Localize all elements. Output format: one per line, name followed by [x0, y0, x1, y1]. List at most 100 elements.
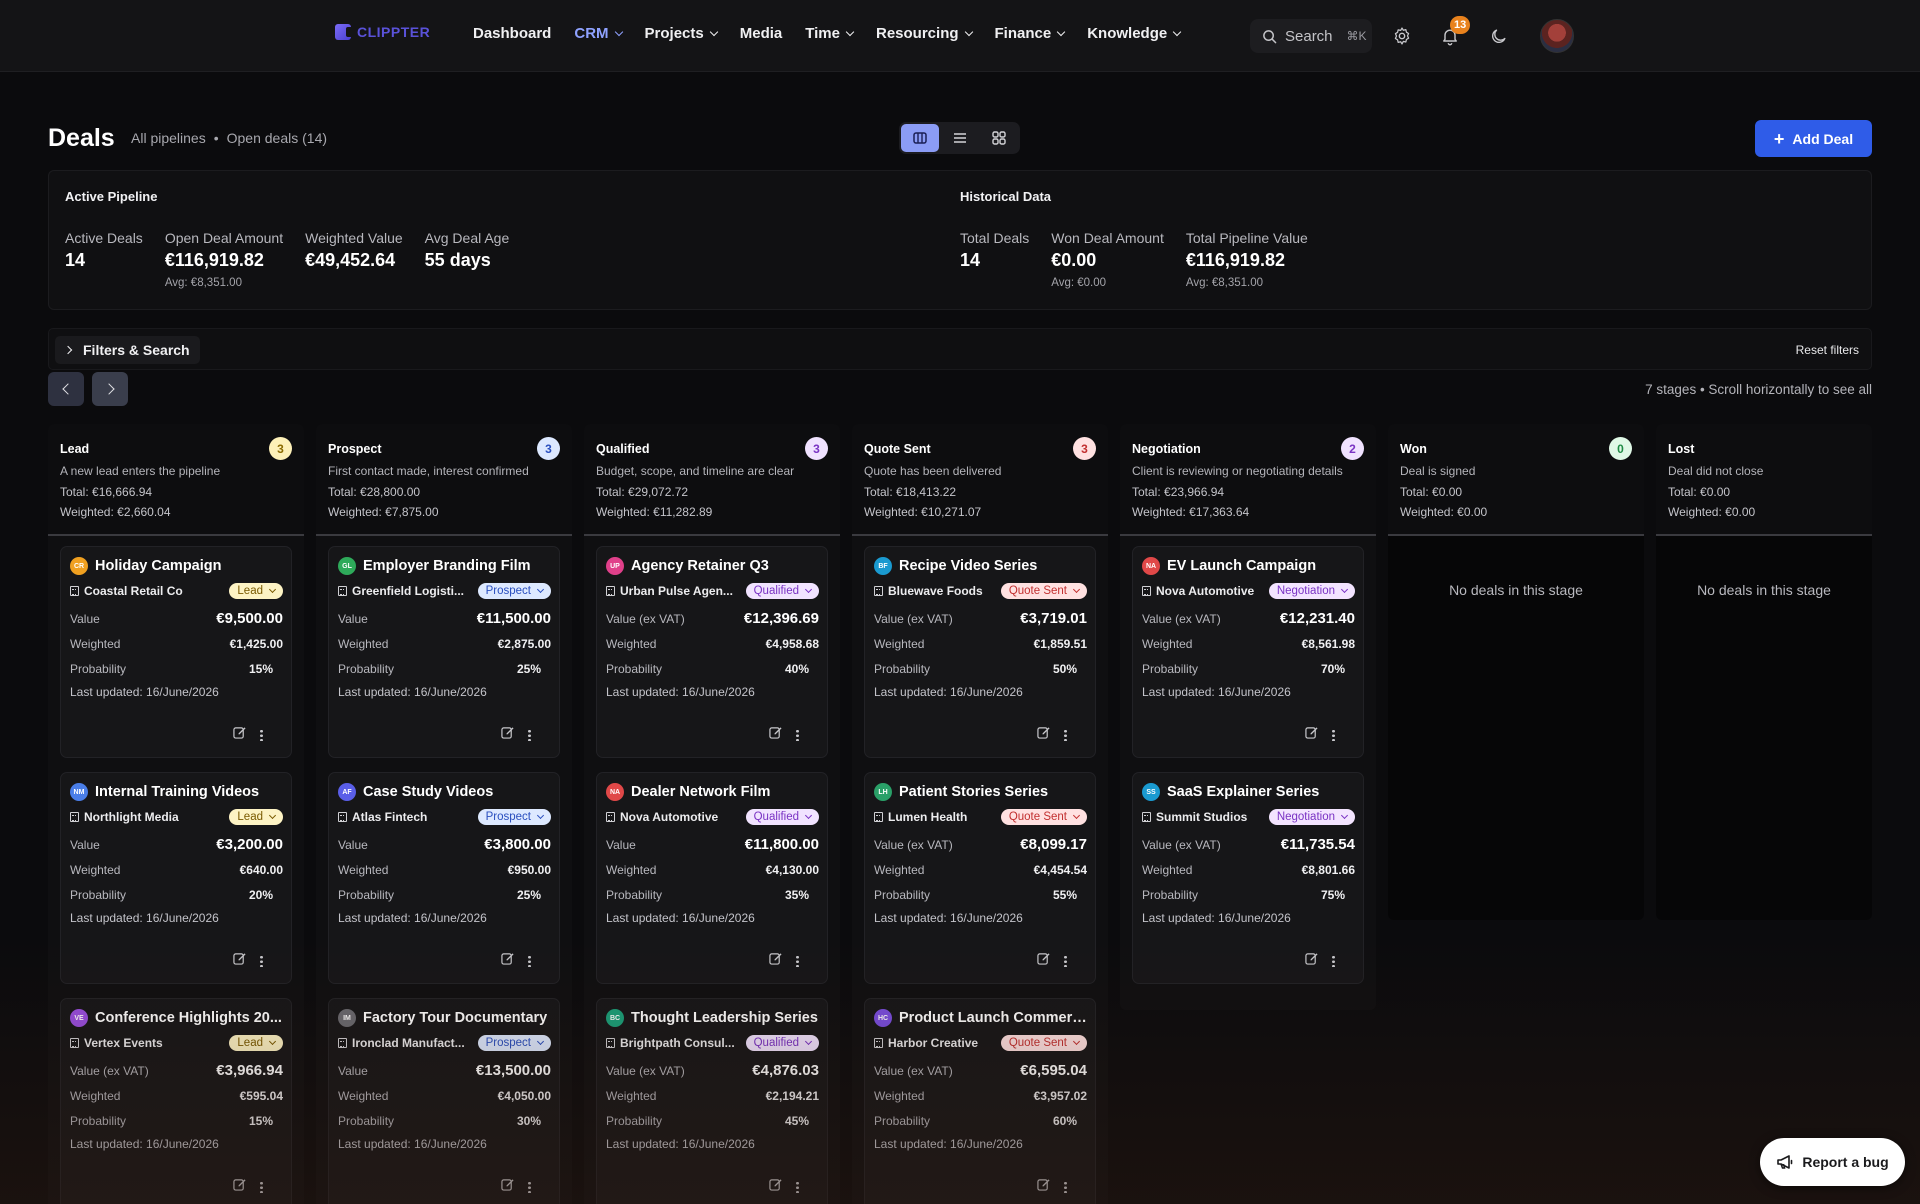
- stage-select[interactable]: Quote Sent: [1000, 583, 1087, 599]
- report-bug-button[interactable]: Report a bug: [1760, 1138, 1905, 1186]
- edit-icon[interactable]: [769, 952, 782, 970]
- stage-select[interactable]: Qualified: [745, 1035, 819, 1051]
- edit-icon[interactable]: [1305, 726, 1318, 744]
- stage-select[interactable]: Lead: [229, 583, 283, 599]
- settings-button[interactable]: [1387, 21, 1417, 51]
- deal-card[interactable]: NM Internal Training Videos Northlight Med…: [60, 772, 292, 984]
- more-options-icon[interactable]: [528, 955, 531, 967]
- more-options-icon[interactable]: [1064, 955, 1067, 967]
- more-options-icon[interactable]: [1332, 955, 1335, 967]
- stage-select[interactable]: Prospect: [477, 583, 551, 599]
- deal-title[interactable]: Conference Highlights 20...: [95, 1010, 282, 1026]
- deal-title[interactable]: Product Launch Commerci...: [899, 1010, 1087, 1026]
- scroll-left-button[interactable]: [48, 372, 84, 406]
- stage-select[interactable]: Negotiation: [1268, 809, 1355, 825]
- company-avatar: UP: [606, 557, 624, 575]
- notifications-button[interactable]: 13: [1435, 16, 1471, 51]
- deal-card[interactable]: SS SaaS Explainer Series Summit Studios Neg…: [1132, 772, 1364, 984]
- nav-item-finance[interactable]: Finance: [995, 25, 1066, 42]
- list-view-button[interactable]: [941, 124, 979, 152]
- stage-description: Client is reviewing or negotiating detai…: [1132, 464, 1343, 478]
- deal-title[interactable]: Patient Stories Series: [899, 784, 1048, 800]
- deal-title[interactable]: SaaS Explainer Series: [1167, 784, 1319, 800]
- nav-item-time[interactable]: Time: [805, 25, 855, 42]
- edit-icon[interactable]: [233, 726, 246, 744]
- stage-select[interactable]: Negotiation: [1268, 583, 1355, 599]
- deal-title[interactable]: Case Study Videos: [363, 784, 493, 800]
- deal-card[interactable]: LH Patient Stories Series Lumen Health Quot…: [864, 772, 1096, 984]
- deal-card[interactable]: IM Factory Tour Documentary Ironclad Manuf…: [328, 998, 560, 1204]
- edit-icon[interactable]: [769, 1178, 782, 1196]
- more-options-icon[interactable]: [260, 1181, 263, 1193]
- deal-card[interactable]: AF Case Study Videos Atlas Fintech Prospect…: [328, 772, 560, 984]
- nav-item-projects[interactable]: Projects: [645, 25, 718, 42]
- deal-title[interactable]: Factory Tour Documentary: [363, 1010, 547, 1026]
- deal-title[interactable]: Employer Branding Film: [363, 558, 531, 574]
- edit-icon[interactable]: [233, 1178, 246, 1196]
- deal-card[interactable]: GL Employer Branding Film Greenfield Logis…: [328, 546, 560, 758]
- edit-icon[interactable]: [501, 1178, 514, 1196]
- user-avatar[interactable]: [1540, 19, 1574, 53]
- more-options-icon[interactable]: [796, 1181, 799, 1193]
- deal-card[interactable]: BF Recipe Video Series Bluewave Foods Quote…: [864, 546, 1096, 758]
- more-options-icon[interactable]: [796, 955, 799, 967]
- deal-title[interactable]: Dealer Network Film: [631, 784, 770, 800]
- stage-select[interactable]: Qualified: [745, 583, 819, 599]
- more-options-icon[interactable]: [528, 1181, 531, 1193]
- company-avatar: AF: [338, 783, 356, 801]
- deal-card[interactable]: VE Conference Highlights 20... Vertex Even…: [60, 998, 292, 1204]
- more-options-icon[interactable]: [260, 729, 263, 741]
- nav-item-media[interactable]: Media: [740, 25, 783, 42]
- deal-title[interactable]: EV Launch Campaign: [1167, 558, 1316, 574]
- more-options-icon[interactable]: [1064, 729, 1067, 741]
- search-button[interactable]: Search ⌘K: [1250, 19, 1372, 53]
- deal-title[interactable]: Internal Training Videos: [95, 784, 259, 800]
- edit-icon[interactable]: [1037, 1178, 1050, 1196]
- deal-probability-label: Probability: [874, 888, 931, 902]
- deal-card[interactable]: CR Holiday Campaign Coastal Retail Co Lead V…: [60, 546, 292, 758]
- edit-icon[interactable]: [501, 726, 514, 744]
- more-options-icon[interactable]: [1064, 1181, 1067, 1193]
- edit-icon[interactable]: [233, 952, 246, 970]
- more-options-icon[interactable]: [528, 729, 531, 741]
- filters-toggle-button[interactable]: Filters & Search: [55, 336, 200, 364]
- deal-value-row: Value €11,800.00: [606, 836, 819, 853]
- more-options-icon[interactable]: [796, 729, 799, 741]
- stage-select[interactable]: Quote Sent: [1000, 1035, 1087, 1051]
- scroll-right-button[interactable]: [92, 372, 128, 406]
- stage-select[interactable]: Quote Sent: [1000, 809, 1087, 825]
- edit-icon[interactable]: [1037, 726, 1050, 744]
- nav-item-knowledge[interactable]: Knowledge: [1087, 25, 1182, 42]
- nav-item-dashboard[interactable]: Dashboard: [473, 25, 551, 42]
- deal-title[interactable]: Thought Leadership Series: [631, 1010, 818, 1026]
- theme-toggle-button[interactable]: [1483, 21, 1513, 51]
- stage-select[interactable]: Prospect: [477, 809, 551, 825]
- stage-select[interactable]: Lead: [229, 1035, 283, 1051]
- stage-select[interactable]: Qualified: [745, 809, 819, 825]
- deal-card[interactable]: UP Agency Retainer Q3 Urban Pulse Agen... Q…: [596, 546, 828, 758]
- more-options-icon[interactable]: [260, 955, 263, 967]
- kanban-view-button[interactable]: [901, 124, 939, 152]
- nav-item-resourcing[interactable]: Resourcing: [876, 25, 973, 42]
- stage-select-value: Lead: [237, 585, 263, 597]
- stage-select[interactable]: Lead: [229, 809, 283, 825]
- grid-view-button[interactable]: [980, 124, 1018, 152]
- more-options-icon[interactable]: [1332, 729, 1335, 741]
- deal-card[interactable]: NA Dealer Network Film Nova Automotive Qual…: [596, 772, 828, 984]
- edit-icon[interactable]: [1305, 952, 1318, 970]
- stage-select[interactable]: Prospect: [477, 1035, 551, 1051]
- deal-probability-label: Probability: [1142, 662, 1199, 676]
- deal-title[interactable]: Holiday Campaign: [95, 558, 222, 574]
- add-deal-button[interactable]: + Add Deal: [1755, 120, 1872, 157]
- deal-title[interactable]: Agency Retainer Q3: [631, 558, 769, 574]
- deal-card[interactable]: HC Product Launch Commerci... Harbor Creat…: [864, 998, 1096, 1204]
- edit-icon[interactable]: [501, 952, 514, 970]
- nav-item-crm[interactable]: CRM: [574, 25, 623, 42]
- deal-card[interactable]: BC Thought Leadership Series Brightpath Co…: [596, 998, 828, 1204]
- deal-card[interactable]: NA EV Launch Campaign Nova Automotive Negot…: [1132, 546, 1364, 758]
- deal-title[interactable]: Recipe Video Series: [899, 558, 1037, 574]
- reset-filters-button[interactable]: Reset filters: [1796, 343, 1859, 357]
- edit-icon[interactable]: [1037, 952, 1050, 970]
- app-logo[interactable]: CLIPPTER: [335, 24, 430, 40]
- edit-icon[interactable]: [769, 726, 782, 744]
